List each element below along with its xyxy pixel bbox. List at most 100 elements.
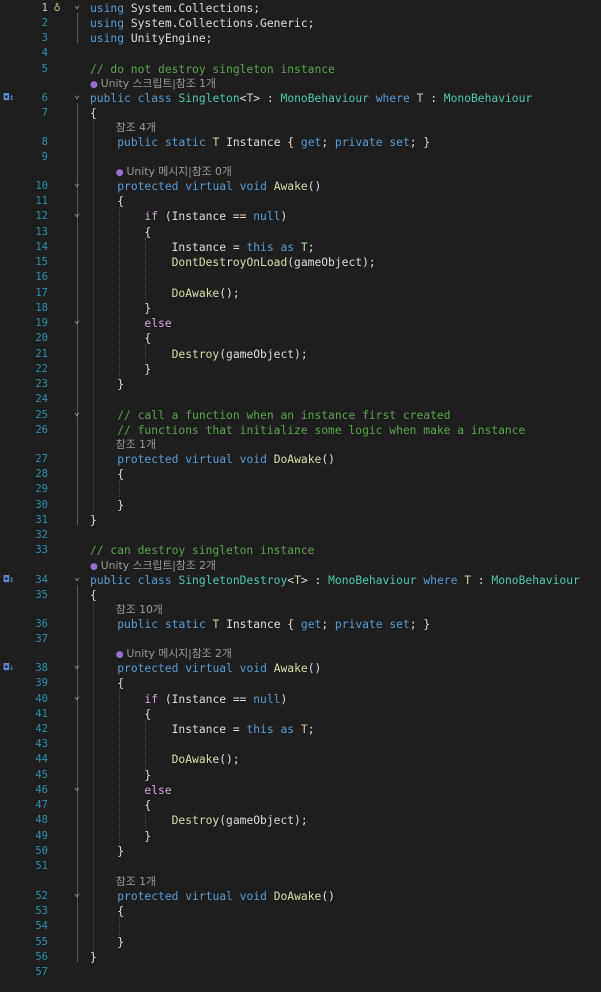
lightbulb-icon[interactable]: ♁ [51, 1, 63, 16]
codelens-label[interactable]: Unity 메시지|참조 2개 [127, 647, 232, 660]
code-text[interactable]: // functions that initialize some logic … [90, 423, 525, 438]
code-line[interactable]: 18 } [0, 301, 601, 316]
code-text[interactable]: { [90, 588, 97, 603]
code-line[interactable]: 51 [0, 859, 601, 874]
code-line[interactable]: 9 [0, 150, 601, 165]
codelens-hint[interactable]: ● Unity 스크립트|참조 1개 [0, 76, 601, 91]
code-line[interactable]: 17 DoAwake(); [0, 286, 601, 301]
code-editor[interactable]: ● Unity 스크립트|참조 1개참조 4개 ● Unity 메시지|참조 0개… [0, 0, 601, 992]
code-text[interactable]: else [90, 783, 171, 798]
code-line[interactable]: 6 ◘↕ ⌄ public class Singleton<T> : MonoBeha… [0, 88, 601, 106]
code-line[interactable]: 46 ⌄ else [0, 782, 601, 798]
code-line[interactable]: 54 [0, 919, 601, 934]
codelens-hint[interactable]: ● Unity 스크립트|참조 2개 [0, 558, 601, 573]
code-line[interactable]: 53 { [0, 904, 601, 919]
code-text[interactable]: public static T Instance { get; private … [90, 135, 430, 150]
code-text[interactable]: // can destroy singleton instance [90, 543, 314, 558]
code-line[interactable]: 30 } [0, 498, 601, 513]
code-text[interactable]: { [90, 331, 151, 346]
code-line[interactable]: 47 { [0, 798, 601, 813]
fold-chevron-icon[interactable]: ⌄ [72, 689, 82, 704]
fold-chevron-icon[interactable]: ⌄ [72, 206, 82, 221]
code-line[interactable]: 37 [0, 632, 601, 647]
code-text[interactable]: Instance = this as T; [90, 722, 315, 737]
code-line[interactable]: 35 { [0, 588, 601, 603]
code-line[interactable]: 27 protected virtual void DoAwake() [0, 452, 601, 467]
fold-chevron-icon[interactable]: ⌄ [72, 313, 82, 328]
codelens-hint[interactable]: 참조 10개 [0, 602, 601, 617]
fold-chevron-icon[interactable]: ⌄ [72, 0, 82, 13]
code-line[interactable]: 32 [0, 528, 601, 543]
code-line[interactable]: 45 } [0, 768, 601, 783]
code-text[interactable]: if (Instance == null) [90, 209, 287, 224]
code-line[interactable]: 13 { [0, 225, 601, 240]
code-text[interactable]: } [90, 844, 124, 859]
code-line[interactable]: 41 { [0, 707, 601, 722]
code-text[interactable]: protected virtual void Awake() [90, 661, 321, 676]
code-line[interactable]: 40 ⌄ if (Instance == null) [0, 689, 601, 707]
code-text[interactable]: DontDestroyOnLoad(gameObject); [90, 255, 376, 270]
code-text[interactable]: } [90, 377, 124, 392]
code-line[interactable]: 10 ⌄ protected virtual void Awake() [0, 178, 601, 194]
code-text[interactable]: } [90, 498, 124, 513]
code-text[interactable]: // call a function when an instance firs… [90, 408, 450, 423]
code-line[interactable]: 15 DontDestroyOnLoad(gameObject); [0, 255, 601, 270]
codelens-label[interactable]: 참조 1개 [116, 875, 156, 888]
code-line[interactable]: 50 } [0, 844, 601, 859]
code-text[interactable]: public static T Instance { get; private … [90, 617, 430, 632]
code-text[interactable]: DoAwake(); [90, 752, 240, 767]
code-line[interactable]: 34 ◘↕ ⌄ public class SingletonDestroy<T> : … [0, 570, 601, 588]
inheritance-glyph-icon[interactable]: ◘↕ [0, 91, 18, 106]
code-text[interactable]: } [90, 301, 151, 316]
codelens-hint[interactable]: ● Unity 메시지|참조 2개 [0, 646, 601, 661]
code-line[interactable]: 22 } [0, 362, 601, 377]
code-line[interactable]: 49 } [0, 829, 601, 844]
code-text[interactable]: protected virtual void Awake() [90, 179, 321, 194]
code-text[interactable]: } [90, 513, 97, 528]
inheritance-glyph-icon[interactable]: ◘↓ [0, 661, 18, 676]
codelens-hint[interactable]: 참조 1개 [0, 437, 601, 452]
code-line[interactable]: 26 // functions that initialize some log… [0, 423, 601, 438]
code-text[interactable]: { [90, 904, 124, 919]
fold-chevron-icon[interactable]: ⌄ [72, 570, 82, 585]
fold-chevron-icon[interactable]: ⌄ [72, 658, 82, 673]
code-text[interactable]: } [90, 362, 151, 377]
code-text[interactable]: // do not destroy singleton instance [90, 62, 335, 77]
codelens-hint[interactable]: ● Unity 메시지|참조 0개 [0, 164, 601, 179]
code-text[interactable]: Destroy(gameObject); [90, 813, 308, 828]
code-line[interactable]: 12 ⌄ if (Instance == null) [0, 206, 601, 224]
code-text[interactable]: { [90, 467, 124, 482]
code-text[interactable]: { [90, 676, 124, 691]
code-line[interactable]: 8 public static T Instance { get; privat… [0, 135, 601, 150]
code-line[interactable]: 21 Destroy(gameObject); [0, 347, 601, 362]
code-text[interactable]: } [90, 768, 151, 783]
code-text[interactable]: DoAwake(); [90, 286, 240, 301]
code-line[interactable]: 56} [0, 950, 601, 965]
code-line[interactable]: 33 // can destroy singleton instance [0, 543, 601, 558]
code-line[interactable]: 43 [0, 737, 601, 752]
code-text[interactable]: { [90, 194, 124, 209]
code-text[interactable]: Destroy(gameObject); [90, 347, 308, 362]
fold-chevron-icon[interactable]: ⌄ [72, 88, 82, 103]
fold-chevron-icon[interactable]: ⌄ [72, 886, 82, 901]
code-line[interactable]: 4 [0, 46, 601, 61]
codelens-hint[interactable]: 참조 4개 [0, 120, 601, 135]
code-text[interactable]: { [90, 106, 97, 121]
code-line[interactable]: 38 ◘↓ ⌄ protected virtual void Awake() [0, 658, 601, 676]
code-line[interactable]: 36 public static T Instance { get; priva… [0, 617, 601, 632]
code-text[interactable]: if (Instance == null) [90, 692, 287, 707]
code-line[interactable]: 14 Instance = this as T; [0, 240, 601, 255]
code-line[interactable]: 23 } [0, 377, 601, 392]
code-text[interactable]: public class SingletonDestroy<T> : MonoB… [90, 573, 580, 588]
code-text[interactable]: } [90, 829, 151, 844]
code-text[interactable]: protected virtual void DoAwake() [90, 889, 335, 904]
codelens-text[interactable]: 참조 10개 [116, 602, 163, 617]
code-text[interactable]: Instance = this as T; [90, 240, 315, 255]
codelens-text[interactable]: 참조 1개 [116, 437, 156, 452]
codelens-text[interactable]: 참조 4개 [116, 120, 156, 135]
code-text[interactable]: public class Singleton<T> : MonoBehaviou… [90, 91, 532, 106]
code-text[interactable]: protected virtual void DoAwake() [90, 452, 335, 467]
code-line[interactable]: 16 [0, 270, 601, 285]
code-line[interactable]: 44 DoAwake(); [0, 752, 601, 767]
code-line[interactable]: 42 Instance = this as T; [0, 722, 601, 737]
